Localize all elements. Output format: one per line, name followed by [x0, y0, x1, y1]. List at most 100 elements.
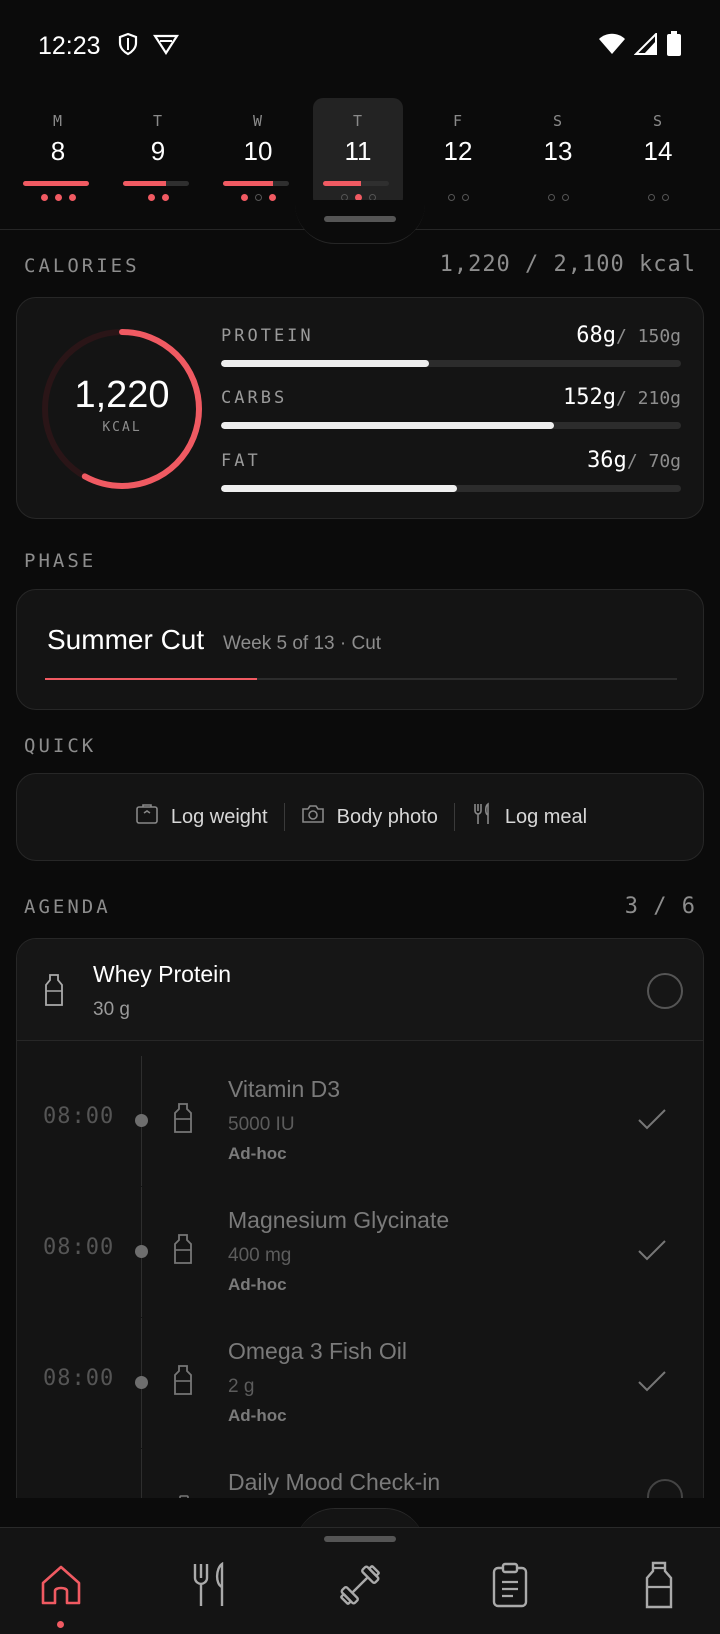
- nav-drag-handle[interactable]: [324, 1536, 396, 1542]
- scale-icon: [135, 803, 159, 831]
- body-photo-label: Body photo: [336, 805, 438, 828]
- agenda-row[interactable]: 08:00 Omega 3 Fish Oil 2 g Ad-hoc: [17, 1318, 703, 1448]
- macro-value: 152g/ 210g: [562, 385, 681, 410]
- shield-icon: [117, 32, 139, 61]
- day-dot: [54, 194, 62, 201]
- agenda-item-checkbox[interactable]: [647, 973, 683, 1009]
- macro-name: PROTEIN: [221, 326, 314, 346]
- day-progress-bar: [223, 181, 289, 186]
- day-number: 8: [50, 136, 66, 166]
- day-dot: [647, 194, 655, 201]
- day-dot: [661, 194, 669, 201]
- agenda-item-tag: Ad-hoc: [228, 1144, 287, 1163]
- day-number: 12: [443, 136, 473, 166]
- macro-name: FAT: [221, 451, 261, 471]
- day-letter: S: [652, 112, 664, 130]
- day-dot: [268, 194, 276, 201]
- calorie-value: 1,220: [74, 374, 170, 416]
- day-dots: [113, 194, 203, 201]
- agenda-item-amount: 5000 IU: [228, 1114, 295, 1135]
- day-dots: [413, 194, 503, 201]
- day-letter: T: [352, 112, 364, 130]
- agenda-pending-item[interactable]: Whey Protein 30 g: [17, 939, 703, 1041]
- day-dot: [561, 194, 569, 201]
- timeline-dot: [135, 1114, 148, 1127]
- day-dot: [161, 194, 169, 201]
- day-letter: S: [552, 112, 564, 130]
- check-icon[interactable]: [637, 1239, 667, 1266]
- agenda-item-amount: 30 g: [93, 999, 130, 1020]
- nav-active-indicator: [57, 1621, 64, 1628]
- clipboard-icon: [173, 1495, 195, 1498]
- calories-card[interactable]: 1,220 KCAL PROTEIN 68g/ 150g CARBS 152g/ 21…: [16, 297, 704, 519]
- check-icon[interactable]: [637, 1108, 667, 1135]
- bottle-icon: [173, 1233, 193, 1270]
- week-handle-bump: [295, 200, 425, 244]
- phase-card[interactable]: Summer Cut Week 5 of 13 · Cut: [16, 589, 704, 710]
- agenda-section-label: AGENDA: [24, 896, 111, 918]
- macro-progress-track: [221, 485, 681, 492]
- agenda-time: 08:00: [43, 1366, 115, 1391]
- macro-protein: PROTEIN 68g/ 150g: [221, 323, 681, 376]
- home-icon: [39, 1563, 83, 1612]
- nav-home[interactable]: [36, 1562, 86, 1612]
- status-bar: 12:23: [0, 0, 720, 92]
- day-number: 9: [150, 136, 166, 166]
- log-weight-button[interactable]: Log weight: [119, 803, 284, 831]
- agenda-row[interactable]: 08:00 Magnesium Glycinate 400 mg Ad-hoc: [17, 1187, 703, 1317]
- nav-workouts[interactable]: [335, 1562, 385, 1612]
- nav-nutrition[interactable]: [185, 1561, 235, 1613]
- calorie-unit: KCAL: [102, 420, 142, 435]
- camera-icon: [301, 803, 325, 831]
- fork-knife-icon: [190, 1561, 230, 1613]
- day-dot: [447, 194, 455, 201]
- day-12[interactable]: F 12: [413, 98, 503, 208]
- day-14[interactable]: S 14: [613, 98, 703, 208]
- phase-section-label: PHASE: [24, 550, 97, 572]
- signal-icon: [633, 31, 658, 60]
- day-11[interactable]: T 11: [313, 98, 403, 208]
- agenda-item-title: Daily Mood Check-in: [228, 1469, 441, 1495]
- agenda-row[interactable]: 08:00 Daily Mood Check-in: [17, 1449, 703, 1498]
- agenda-item-title: Magnesium Glycinate: [228, 1207, 450, 1233]
- day-letter: W: [252, 112, 264, 130]
- day-10[interactable]: W 10: [213, 98, 303, 208]
- agenda-item-checkbox[interactable]: [647, 1479, 683, 1498]
- agenda-item-tag: Ad-hoc: [228, 1275, 287, 1294]
- wifi-icon: [598, 33, 626, 60]
- day-9[interactable]: T9: [113, 98, 203, 208]
- macro-target: / 210g: [615, 388, 681, 409]
- agenda-item-title: Omega 3 Fish Oil: [228, 1338, 407, 1364]
- calories-section-label: CALORIES: [24, 255, 140, 277]
- body-photo-button[interactable]: Body photo: [285, 803, 454, 831]
- macro-progress-fill: [221, 360, 430, 367]
- status-time: 12:23: [38, 31, 101, 60]
- day-number: 14: [643, 136, 673, 166]
- day-letter: M: [52, 112, 64, 130]
- day-dot: [240, 194, 248, 201]
- bottle-icon: [173, 1102, 193, 1139]
- day-progress-bar: [323, 181, 389, 186]
- macro-fat: FAT 36g/ 70g: [221, 448, 681, 501]
- day-dot: [461, 194, 469, 201]
- day-8[interactable]: M8: [13, 98, 103, 208]
- week-drag-handle[interactable]: [324, 216, 396, 222]
- agenda-item-title: Vitamin D3: [228, 1076, 341, 1102]
- log-meal-button[interactable]: Log meal: [455, 802, 603, 832]
- day-dot: [147, 194, 155, 201]
- phase-progress-track: [45, 678, 677, 680]
- agenda-row[interactable]: 08:00 Vitamin D3 5000 IU Ad-hoc: [17, 1056, 703, 1186]
- day-number: 10: [243, 136, 273, 166]
- dumbbell-icon: [337, 1562, 383, 1613]
- agenda-time: 08:00: [43, 1235, 115, 1260]
- bottle-icon: [43, 973, 65, 1012]
- bottle-icon: [643, 1561, 675, 1614]
- nav-plans[interactable]: [485, 1562, 535, 1612]
- day-dots: [613, 194, 703, 201]
- day-13[interactable]: S 13: [513, 98, 603, 208]
- log-weight-label: Log weight: [170, 805, 268, 828]
- quick-card: Log weight Body photo Log meal: [16, 773, 704, 861]
- day-letter: T: [152, 112, 164, 130]
- nav-supplements[interactable]: [634, 1561, 684, 1614]
- check-icon[interactable]: [637, 1370, 667, 1397]
